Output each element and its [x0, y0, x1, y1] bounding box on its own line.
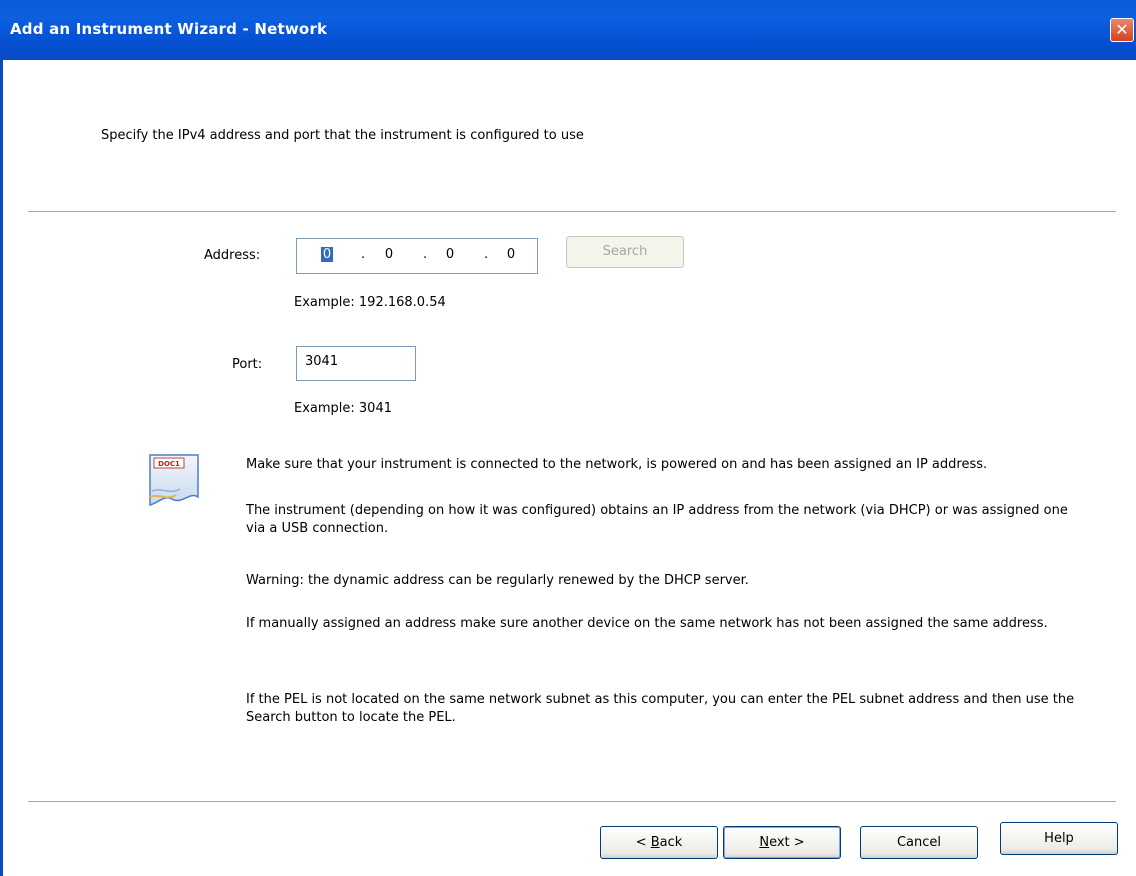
back-button[interactable]: < Back — [600, 826, 718, 859]
ip-dot: . — [423, 247, 428, 262]
close-button[interactable]: ✕ — [1110, 18, 1134, 42]
info-paragraph-4: If manually assigned an address make sur… — [246, 616, 1048, 631]
window-title: Add an Instrument Wizard - Network — [10, 20, 328, 38]
cancel-button[interactable]: Cancel — [860, 826, 978, 859]
document-icon-label: DOC1 — [158, 460, 180, 468]
ip-octet-4[interactable]: 0 — [505, 247, 517, 262]
next-button[interactable]: Next > — [723, 826, 841, 859]
port-label: Port: — [232, 357, 263, 372]
port-input[interactable]: 3041 — [296, 346, 416, 381]
ip-dot: . — [484, 247, 489, 262]
intro-text: Specify the IPv4 address and port that t… — [101, 128, 584, 143]
top-divider — [28, 211, 1116, 212]
ip-address-input[interactable]: 0 . 0 . 0 . 0 — [296, 238, 538, 274]
ip-octet-2[interactable]: 0 — [383, 247, 395, 262]
ip-dot: . — [361, 247, 366, 262]
bottom-divider — [28, 801, 1116, 802]
info-paragraph-5: If the PEL is not located on the same ne… — [246, 692, 1075, 725]
ip-octet-3[interactable]: 0 — [444, 247, 456, 262]
info-paragraph-2: The instrument (depending on how it was … — [246, 503, 1068, 536]
help-button[interactable]: Help — [1000, 822, 1118, 855]
port-example: Example: 3041 — [294, 401, 392, 416]
address-label: Address: — [204, 248, 261, 263]
ip-octet-1[interactable]: 0 — [321, 247, 333, 262]
info-paragraph-3: Warning: the dynamic address can be regu… — [246, 573, 749, 588]
search-button[interactable]: Search — [566, 236, 684, 268]
document-icon: DOC1 — [148, 453, 200, 507]
info-paragraph-1: Make sure that your instrument is connec… — [246, 457, 988, 472]
title-bar[interactable]: Add an Instrument Wizard - Network ✕ — [0, 0, 1136, 60]
address-example: Example: 192.168.0.54 — [294, 295, 446, 310]
